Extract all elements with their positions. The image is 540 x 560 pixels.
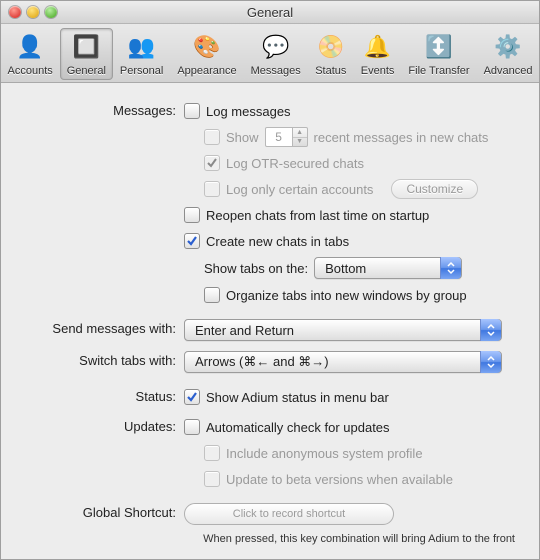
toolbar-label: Events xyxy=(361,65,395,77)
popup-arrows-icon xyxy=(480,351,501,373)
reopen-chats-label: Reopen chats from last time on startup xyxy=(206,208,429,223)
show-tabs-select[interactable]: Bottom xyxy=(314,257,462,279)
toolbar-appearance[interactable]: 🎨 Appearance xyxy=(170,28,243,80)
shortcut-recorder[interactable]: Click to record shortcut xyxy=(184,503,394,525)
toolbar-general[interactable]: 🔲 General xyxy=(60,28,113,80)
toolbar-events[interactable]: 🔔 Events xyxy=(354,28,402,80)
stepper-down-icon: ▼ xyxy=(293,138,307,147)
toolbar-messages[interactable]: 💬 Messages xyxy=(244,28,308,80)
toolbar-label: Messages xyxy=(251,65,301,77)
profile-checkbox xyxy=(204,445,220,461)
shortcut-placeholder: Click to record shortcut xyxy=(233,508,345,520)
window-title: General xyxy=(1,5,539,20)
switch-tabs-select[interactable]: Arrows (⌘← and ⌘→) xyxy=(184,351,502,373)
log-only-checkbox xyxy=(204,181,220,197)
preferences-toolbar: 👤 Accounts 🔲 General 👥 Personal 🎨 Appear… xyxy=(1,24,539,83)
log-otr-checkbox xyxy=(204,155,220,171)
log-otr-label: Log OTR-secured chats xyxy=(226,156,364,171)
section-heading-messages: Messages: xyxy=(21,101,184,118)
organize-tabs-label: Organize tabs into new windows by group xyxy=(226,288,467,303)
auto-update-label: Automatically check for updates xyxy=(206,420,390,435)
messages-icon: 💬 xyxy=(260,31,292,63)
send-with-value: Enter and Return xyxy=(195,323,294,338)
show-recent-post: recent messages in new chats xyxy=(314,130,489,145)
show-tabs-label: Show tabs on the: xyxy=(204,261,308,276)
toolbar-label: Appearance xyxy=(177,65,236,77)
section-heading-shortcut: Global Shortcut: xyxy=(21,503,184,520)
events-icon: 🔔 xyxy=(362,31,394,63)
recent-count-input xyxy=(265,127,293,147)
preferences-body: Messages: Log messages Show ▲ ▼ xyxy=(1,83,539,559)
file-transfer-icon: ↕️ xyxy=(423,31,455,63)
personal-icon: 👥 xyxy=(126,31,158,63)
show-recent-checkbox xyxy=(204,129,220,145)
show-recent-pre: Show xyxy=(226,130,259,145)
recent-count-stepper: ▲ ▼ xyxy=(265,127,308,147)
accounts-icon: 👤 xyxy=(14,31,46,63)
section-heading-updates: Updates: xyxy=(21,417,184,434)
section-heading-switch: Switch tabs with: xyxy=(21,351,184,368)
customize-button: Customize xyxy=(391,179,478,199)
profile-label: Include anonymous system profile xyxy=(226,446,423,461)
auto-update-checkbox[interactable] xyxy=(184,419,200,435)
toolbar-label: Advanced xyxy=(484,65,533,77)
log-only-label: Log only certain accounts xyxy=(226,182,373,197)
organize-tabs-checkbox[interactable] xyxy=(204,287,220,303)
menubar-checkbox[interactable] xyxy=(184,389,200,405)
toolbar-label: General xyxy=(67,65,106,77)
section-heading-status: Status: xyxy=(21,387,184,404)
advanced-icon: ⚙️ xyxy=(492,31,524,63)
toolbar-label: Personal xyxy=(120,65,163,77)
toolbar-advanced[interactable]: ⚙️ Advanced xyxy=(477,28,540,80)
traffic-lights xyxy=(1,6,57,18)
appearance-icon: 🎨 xyxy=(191,31,223,63)
toolbar-personal[interactable]: 👥 Personal xyxy=(113,28,170,80)
section-heading-send: Send messages with: xyxy=(21,319,184,336)
toolbar-status[interactable]: 📀 Status xyxy=(308,28,354,80)
shortcut-footnote: When pressed, this key combination will … xyxy=(21,533,519,545)
log-messages-label: Log messages xyxy=(206,104,291,119)
beta-label: Update to beta versions when available xyxy=(226,472,453,487)
beta-checkbox xyxy=(204,471,220,487)
toolbar-accounts[interactable]: 👤 Accounts xyxy=(1,28,60,80)
tabs-label: Create new chats in tabs xyxy=(206,234,349,249)
menubar-label: Show Adium status in menu bar xyxy=(206,390,389,405)
general-icon: 🔲 xyxy=(70,31,102,63)
zoom-button[interactable] xyxy=(45,6,57,18)
show-tabs-value: Bottom xyxy=(325,261,366,276)
send-with-select[interactable]: Enter and Return xyxy=(184,319,502,341)
toolbar-label: Accounts xyxy=(8,65,53,77)
reopen-chats-checkbox[interactable] xyxy=(184,207,200,223)
stepper-up-icon: ▲ xyxy=(293,128,307,138)
toolbar-label: File Transfer xyxy=(408,65,469,77)
close-button[interactable] xyxy=(9,6,21,18)
toolbar-file-transfer[interactable]: ↕️ File Transfer xyxy=(401,28,476,80)
titlebar: General xyxy=(1,1,539,24)
tabs-checkbox[interactable] xyxy=(184,233,200,249)
minimize-button[interactable] xyxy=(27,6,39,18)
log-messages-checkbox[interactable] xyxy=(184,103,200,119)
toolbar-label: Status xyxy=(315,65,346,77)
status-icon: 📀 xyxy=(315,31,347,63)
popup-arrows-icon xyxy=(480,319,501,341)
switch-tabs-value: Arrows (⌘← and ⌘→) xyxy=(195,354,329,370)
popup-arrows-icon xyxy=(440,257,461,279)
